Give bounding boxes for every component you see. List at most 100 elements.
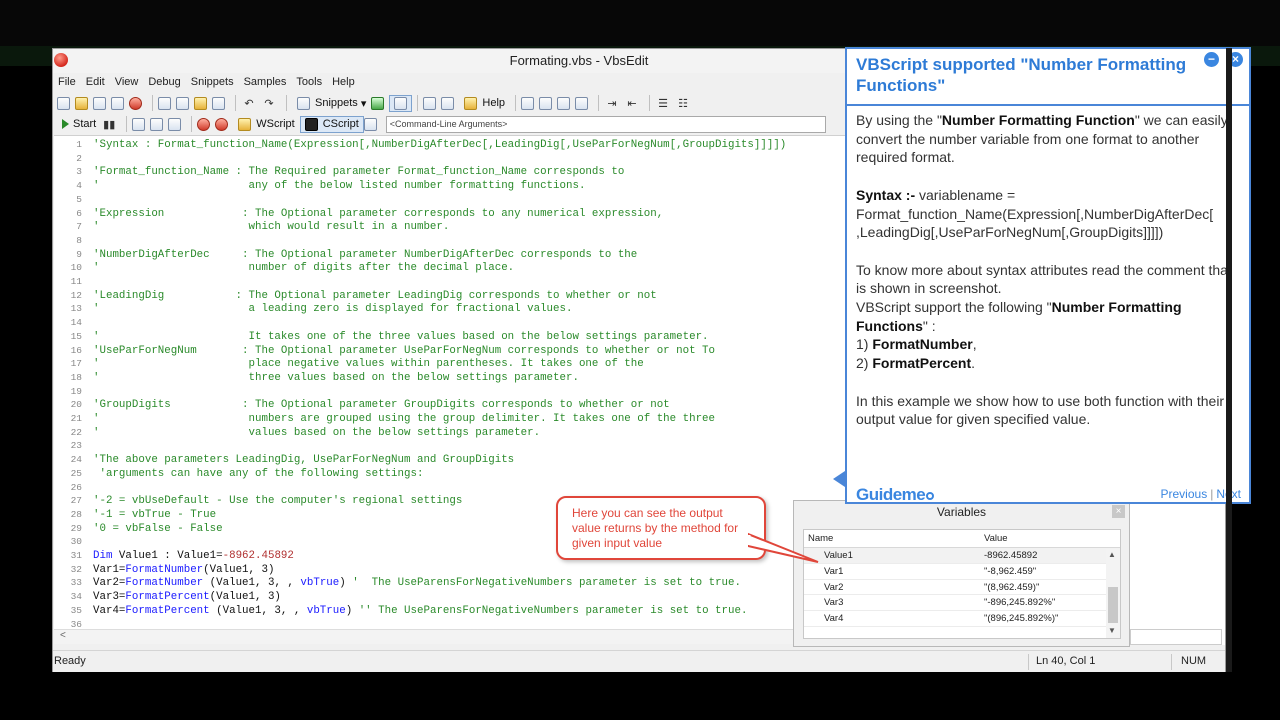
code-line[interactable]: 36 <box>54 618 849 630</box>
code-line[interactable]: 6 'Expression : The Optional parameter co… <box>54 207 849 221</box>
previous-link[interactable]: Previous <box>1161 487 1208 501</box>
code-line[interactable]: 20 'GroupDigits : The Optional parameter … <box>54 398 849 412</box>
code-line[interactable]: 5 <box>54 193 849 207</box>
menu-tools[interactable]: Tools <box>291 74 327 92</box>
outdent-icon[interactable]: ⇤ <box>624 94 640 112</box>
code-line[interactable]: 10 ' number of digits after the decimal p… <box>54 261 849 275</box>
stop-icon[interactable] <box>129 96 142 110</box>
code-line[interactable]: 34 Var3=FormatPercent(Value1, 3) <box>54 590 849 604</box>
code-line[interactable]: 13 ' a leading zero is displayed for frac… <box>54 302 849 316</box>
code-line[interactable]: 19 <box>54 385 849 399</box>
code-line[interactable]: 25 'arguments can have any of the follow… <box>54 467 849 481</box>
object-browser-icon[interactable] <box>371 96 385 110</box>
menu-debug[interactable]: Debug <box>143 74 185 92</box>
menu-bar: File Edit View Debug Snippets Samples To… <box>53 74 360 92</box>
uncomment-icon[interactable]: ☷ <box>675 94 691 112</box>
menu-file[interactable]: File <box>53 74 81 92</box>
step-over-icon[interactable] <box>150 117 164 131</box>
table-row[interactable]: Var2 "(8,962.459)" <box>804 580 1120 596</box>
code-line[interactable]: 9 'NumberDigAfterDec : The Optional param… <box>54 248 849 262</box>
open-folder-icon[interactable] <box>75 96 88 110</box>
menu-samples[interactable]: Samples <box>239 74 292 92</box>
scroll-left-icon[interactable]: < <box>60 630 66 641</box>
code-line[interactable]: 24 'The above parameters LeadingDig, UseP… <box>54 453 849 467</box>
code-line[interactable]: 17 ' place negative values within parenth… <box>54 357 849 371</box>
code-line[interactable]: 7 ' which would result in a number. <box>54 220 849 234</box>
step-out-icon[interactable] <box>168 117 182 131</box>
code-line[interactable]: 15 ' It takes one of the three values bas… <box>54 330 849 344</box>
undo-icon[interactable]: ↶ <box>241 94 257 112</box>
replace-icon[interactable] <box>557 96 571 110</box>
table-row[interactable]: Var3 "-896,245.892%" <box>804 595 1120 612</box>
code-token: (Value1, 3, , <box>209 604 307 617</box>
code-line[interactable]: 2 <box>54 152 849 166</box>
snippets-label: Snippets <box>315 97 358 109</box>
code-token: ' which would result in a number. <box>93 221 450 234</box>
menu-edit[interactable]: Edit <box>81 74 110 92</box>
delete-icon[interactable] <box>212 96 225 110</box>
save-icon[interactable] <box>93 96 106 110</box>
code-line[interactable]: 11 <box>54 275 849 289</box>
command-line-arguments-input[interactable]: <Command-Line Arguments> <box>385 115 826 133</box>
comment-icon[interactable]: ☰ <box>655 94 671 112</box>
side-input-box[interactable] <box>1130 629 1222 645</box>
find-icon[interactable] <box>521 96 535 110</box>
variables-scrollbar[interactable]: ▲ ▼ <box>1106 549 1120 638</box>
print-icon[interactable] <box>423 96 437 110</box>
cscript-button[interactable]: CScript <box>299 115 364 133</box>
settings-icon[interactable] <box>441 96 455 110</box>
help-button[interactable]: Help <box>459 95 510 112</box>
code-token: (Value1, 3) <box>209 591 281 604</box>
code-line[interactable]: 14 <box>54 316 849 330</box>
close-icon[interactable]: × <box>1112 505 1125 518</box>
console-icon[interactable] <box>363 117 377 131</box>
cut-icon[interactable] <box>158 96 171 110</box>
value-column-header[interactable]: Value <box>980 530 1108 547</box>
code-line[interactable]: 23 <box>54 439 849 453</box>
scroll-up-icon[interactable]: ▲ <box>1108 550 1116 559</box>
code-line[interactable]: 26 <box>54 481 849 495</box>
code-line[interactable]: 18 ' three values based on the below sett… <box>54 371 849 385</box>
code-token: Value1 : Value1= <box>112 550 223 562</box>
code-line[interactable]: 1 'Syntax : Format_function_Name(Expressi… <box>54 138 849 152</box>
save-all-icon[interactable] <box>111 96 124 110</box>
find-next-icon[interactable] <box>539 96 553 110</box>
toggle-panel-button[interactable] <box>389 94 413 112</box>
table-row[interactable]: Value1 -8962.45892 <box>804 548 1120 564</box>
wscript-button[interactable]: WScript <box>233 116 300 133</box>
code-line[interactable]: 12 'LeadingDig : The Optional parameter L… <box>54 289 849 303</box>
scroll-thumb[interactable] <box>1108 587 1118 623</box>
breakpoint-icon[interactable] <box>197 117 211 131</box>
clear-breakpoints-icon[interactable] <box>215 117 229 131</box>
copy-icon[interactable] <box>176 96 189 110</box>
menu-view[interactable]: View <box>110 74 144 92</box>
start-button[interactable]: Start <box>57 116 101 132</box>
code-line[interactable]: 32 Var1=FormatNumber(Value1, 3) <box>54 563 849 577</box>
code-line[interactable]: 35 Var4=FormatPercent (Value1, 3, , vbTru… <box>54 604 849 618</box>
table-row[interactable]: Var4 "(896,245.892%)" <box>804 611 1120 627</box>
code-line[interactable]: 16 'UseParForNegNum : The Optional parame… <box>54 344 849 358</box>
new-file-icon[interactable] <box>57 96 70 110</box>
menu-snippets[interactable]: Snippets <box>186 74 239 92</box>
indent-icon[interactable]: ⇥ <box>604 94 620 112</box>
pause-icon[interactable]: ▮▮ <box>101 115 117 133</box>
step-into-icon[interactable] <box>132 117 146 131</box>
code-line[interactable]: 8 <box>54 234 849 248</box>
goto-icon[interactable] <box>575 96 589 110</box>
code-line[interactable]: 33 Var2=FormatNumber (Value1, 3, , vbTrue… <box>54 576 849 590</box>
callout-text: Here you can see the output value return… <box>572 506 739 550</box>
minimize-icon[interactable]: − <box>1204 52 1219 67</box>
scroll-down-icon[interactable]: ▼ <box>1108 626 1116 635</box>
horizontal-scrollbar[interactable]: < <box>54 629 849 644</box>
paste-icon[interactable] <box>194 96 207 110</box>
menu-help[interactable]: Help <box>327 74 360 92</box>
code-line[interactable]: 21 ' numbers are grouped using the group … <box>54 412 849 426</box>
code-line[interactable]: 3 'Format_function_Name : The Required pa… <box>54 165 849 179</box>
table-row[interactable]: Var1 "-8,962.459" <box>804 564 1120 580</box>
code-line[interactable]: 4 ' any of the below listed number format… <box>54 179 849 193</box>
code-line[interactable]: 22 ' values based on the below settings p… <box>54 426 849 440</box>
snippets-button[interactable]: Snippets ▾ <box>292 95 371 112</box>
code-token: 'Format_function_Name : The Required par… <box>93 166 625 179</box>
name-column-header[interactable]: Name <box>804 530 980 547</box>
redo-icon[interactable]: ↷ <box>261 94 277 112</box>
